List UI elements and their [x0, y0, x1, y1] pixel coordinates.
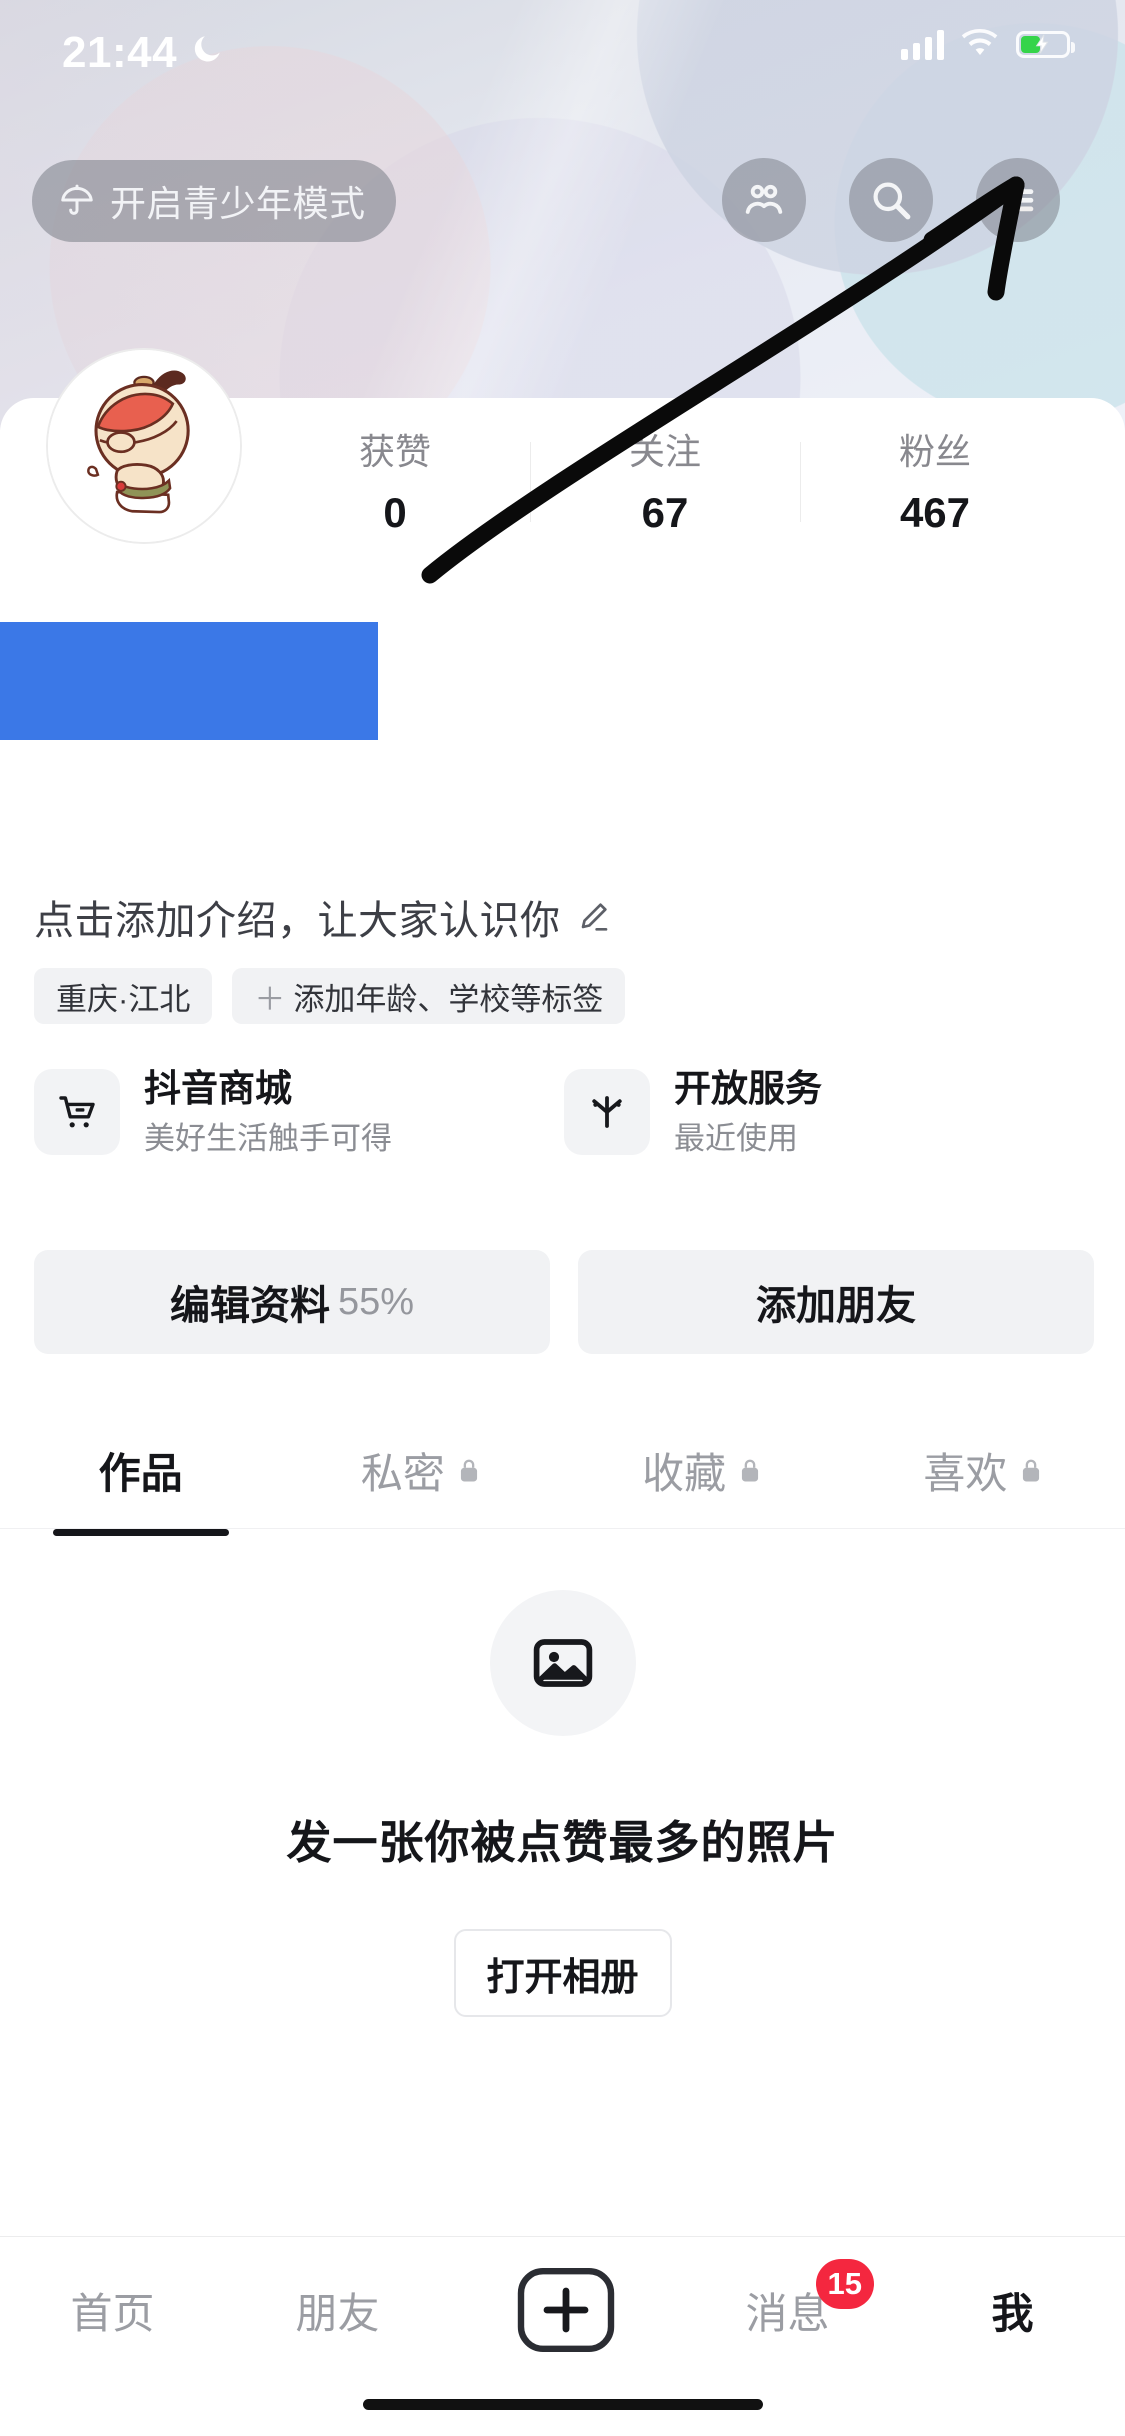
tag-label: 重庆·江北	[56, 981, 191, 1017]
nav-item-me[interactable]: 我	[900, 2237, 1125, 2383]
create-button[interactable]	[509, 2268, 617, 2352]
add-friend-button[interactable]: 添加朋友	[578, 1250, 1094, 1354]
profile-tags: 重庆·江北 ＋ 添加年龄、学校等标签	[34, 968, 626, 1024]
tag-label: 添加年龄、学校等标签	[293, 981, 604, 1017]
tab-label: 喜欢	[923, 1449, 1008, 1497]
teen-mode-label: 开启青少年模式	[110, 183, 366, 224]
hamburger-menu-icon	[1002, 189, 1034, 212]
douyin-star-icon	[564, 1069, 650, 1156]
bottom-nav-row: 首页 朋友 消息 15 我	[0, 2237, 1125, 2383]
tab-favorites[interactable]: 收藏	[563, 1410, 844, 1530]
open-album-button[interactable]: 打开相册	[453, 1929, 672, 2017]
stat-label: 关注	[628, 431, 701, 472]
bio-placeholder: 点击添加介绍，让大家认识你	[34, 899, 561, 943]
lock-icon	[742, 1459, 759, 1482]
shopping-cart-icon	[34, 1069, 120, 1156]
signal-bars-icon	[901, 28, 944, 60]
bio-row[interactable]: 点击添加介绍，让大家认识你	[34, 888, 613, 946]
card-subtitle: 美好生活触手可得	[144, 1120, 392, 1156]
stat-value: 67	[641, 489, 689, 536]
status-time: 21:44	[62, 28, 178, 77]
tabs-divider	[0, 1528, 1125, 1529]
edit-profile-button[interactable]: 编辑资料 55%	[34, 1250, 550, 1354]
stat-value: 0	[383, 489, 407, 536]
content-tabs: 作品 私密 收藏 喜欢	[0, 1410, 1125, 1530]
add-friend-label: 添加朋友	[756, 1284, 916, 1328]
tab-liked[interactable]: 喜欢	[844, 1410, 1125, 1530]
lock-icon	[1023, 1459, 1040, 1482]
edit-profile-percent: 55%	[337, 1280, 415, 1323]
douyin-profile-screen: 21:44 开启青少年模式 获赞 0 关注 67 粉丝 467 点击添加介绍，让…	[0, 0, 1125, 2436]
umbrella-icon	[61, 184, 93, 215]
nav-label: 首页	[70, 2289, 155, 2337]
plus-icon: ＋	[254, 981, 286, 1017]
avatar[interactable]	[46, 348, 242, 544]
card-douyin-mall[interactable]: 抖音商城 美好生活触手可得	[34, 1068, 564, 1156]
friends-button[interactable]	[722, 158, 806, 242]
tab-private[interactable]: 私密	[281, 1410, 562, 1530]
profile-actions: 编辑资料 55% 添加朋友	[34, 1250, 1094, 1354]
moon-icon	[194, 36, 220, 62]
empty-message: 发一张你被点赞最多的照片	[286, 1817, 839, 1868]
nav-item-friends[interactable]: 朋友	[225, 2237, 450, 2383]
card-open-services[interactable]: 开放服务 最近使用	[564, 1068, 1094, 1156]
edit-profile-label: 编辑资料	[169, 1284, 330, 1328]
empty-state: 发一张你被点赞最多的照片 打开相册	[0, 1590, 1125, 2017]
pencil-edit-icon	[581, 903, 607, 931]
lock-icon	[460, 1459, 477, 1482]
image-placeholder-icon	[489, 1590, 636, 1736]
status-icons	[901, 28, 1075, 60]
plus-icon	[517, 2268, 614, 2352]
menu-button[interactable]	[976, 158, 1060, 242]
tab-label: 私密	[360, 1449, 445, 1497]
card-title: 开放服务	[674, 1068, 822, 1109]
card-text: 抖音商城 美好生活触手可得	[144, 1068, 392, 1156]
card-subtitle: 最近使用	[674, 1120, 798, 1156]
tab-label: 作品	[98, 1449, 183, 1497]
stat-likes[interactable]: 获赞 0	[260, 434, 530, 544]
wifi-icon	[961, 29, 998, 55]
battery-charging-icon	[1016, 30, 1075, 58]
friends-icon	[745, 184, 783, 214]
status-bar: 21:44	[0, 0, 1125, 100]
tab-label: 收藏	[642, 1449, 727, 1497]
service-cards: 抖音商城 美好生活触手可得 开放服务 最近使用	[34, 1068, 1094, 1156]
profile-stats: 获赞 0 关注 67 粉丝 467	[260, 434, 1070, 544]
card-text: 开放服务 最近使用	[674, 1068, 822, 1156]
username-redaction	[0, 622, 378, 740]
open-album-label: 打开相册	[486, 1956, 639, 1999]
card-title: 抖音商城	[144, 1068, 292, 1109]
search-icon	[873, 182, 911, 220]
tag-add[interactable]: ＋ 添加年龄、学校等标签	[232, 968, 626, 1024]
messages-badge: 15	[815, 2259, 874, 2309]
tag-location[interactable]: 重庆·江北	[34, 968, 213, 1024]
stat-value: 467	[899, 489, 971, 536]
search-button[interactable]	[849, 158, 933, 242]
stat-label: 粉丝	[898, 431, 971, 472]
stat-following[interactable]: 关注 67	[530, 434, 800, 544]
nav-label: 朋友	[295, 2289, 380, 2337]
bottom-navigation: 首页 朋友 消息 15 我	[0, 2236, 1125, 2436]
nav-label: 我	[991, 2289, 1034, 2337]
stat-label: 获赞	[358, 431, 431, 472]
nav-item-create[interactable]	[450, 2237, 675, 2383]
teen-mode-button[interactable]: 开启青少年模式	[32, 160, 396, 242]
nav-item-messages[interactable]: 消息 15	[675, 2237, 900, 2383]
cartoon-avatar-icon	[48, 350, 240, 542]
stat-followers[interactable]: 粉丝 467	[800, 434, 1070, 544]
tab-works[interactable]: 作品	[0, 1410, 281, 1530]
home-indicator	[362, 2399, 763, 2410]
nav-item-home[interactable]: 首页	[0, 2237, 225, 2383]
